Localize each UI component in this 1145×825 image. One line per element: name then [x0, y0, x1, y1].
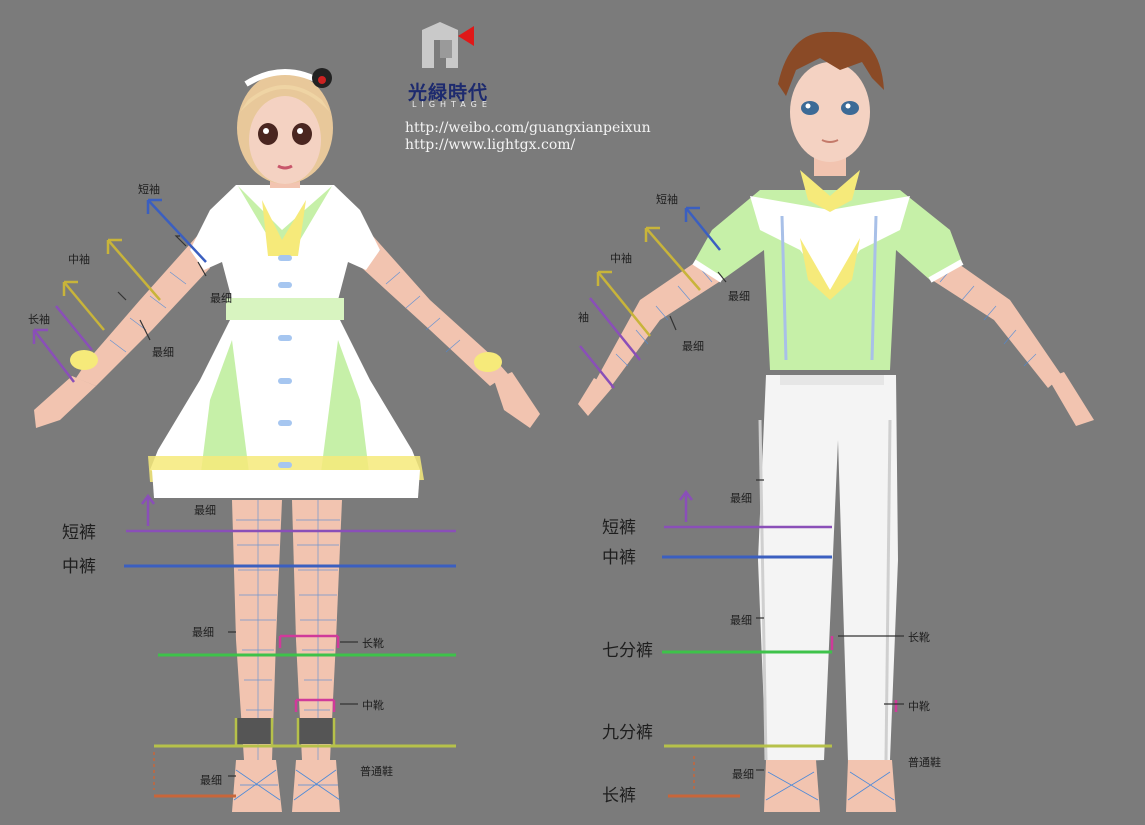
girl-label-thinnest-lower: 最细	[152, 346, 174, 359]
girl-label-thinnest-thigh: 最细	[194, 504, 216, 517]
boy-label-seven-pants: 七分裤	[602, 641, 653, 661]
boy-label-shoe-normal: 普通鞋	[908, 756, 941, 769]
girl-label-boot-mid: 中靴	[362, 699, 384, 712]
girl-label-thinnest-knee: 最细	[192, 626, 214, 639]
girl-label-thinnest-ankle: 最细	[200, 774, 222, 787]
brand-subtitle: LIGHTAGE	[412, 100, 492, 109]
boy-label-boot-mid: 中靴	[908, 700, 930, 713]
boy-label-boot-long: 长靴	[908, 631, 930, 644]
website-link[interactable]: http://www.lightgx.com/	[405, 137, 575, 153]
girl-label-shorts: 短裤	[62, 523, 96, 543]
boy-label-nine-pants: 九分裤	[602, 723, 653, 743]
boy-label-thinnest-knee: 最细	[730, 614, 752, 627]
girl-label-sleeve-long: 长袖	[28, 313, 50, 326]
weibo-link[interactable]: http://weibo.com/guangxianpeixun	[405, 120, 651, 136]
boy-label-thinnest-lower: 最细	[682, 340, 704, 353]
boy-label-shorts: 短裤	[602, 518, 636, 538]
boy-label-long-pants: 长裤	[602, 786, 636, 806]
boy-figure	[578, 31, 1094, 812]
boy-label-thinnest-thigh: 最细	[730, 492, 752, 505]
boy-label-sleeve-mid: 中袖	[610, 252, 632, 265]
logo-mark	[422, 22, 474, 68]
girl-figure	[34, 68, 540, 812]
girl-label-thinnest-upper: 最细	[210, 292, 232, 305]
girl-label-sleeve-mid: 中袖	[68, 253, 90, 266]
girl-label-sleeve-short: 短袖	[138, 183, 160, 196]
girl-label-shoe-normal: 普通鞋	[360, 765, 393, 778]
girl-label-mid-pants: 中裤	[62, 557, 96, 577]
boy-label-sleeve-long: 袖	[578, 311, 589, 324]
boy-label-thinnest-ankle: 最细	[732, 768, 754, 781]
girl-label-boot-long: 长靴	[362, 637, 384, 650]
boy-label-mid-pants: 中裤	[602, 548, 636, 568]
boy-label-sleeve-short: 短袖	[656, 193, 678, 206]
boy-label-thinnest-upper: 最细	[728, 290, 750, 303]
